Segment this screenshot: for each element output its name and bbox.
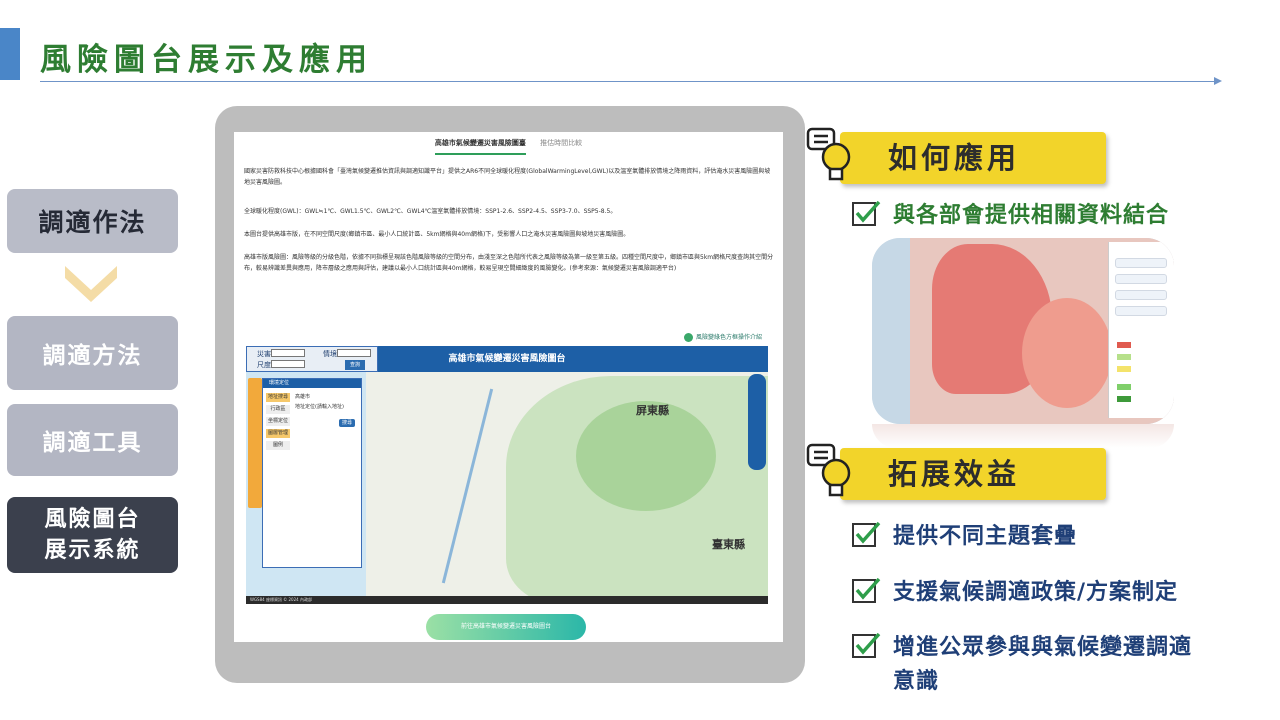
filter-label-scale: 尺度 — [257, 361, 271, 369]
panel-address-hint: 地址定位(請輸入地址) — [295, 404, 344, 410]
legend-row — [1115, 290, 1167, 300]
nav-item-adaptation-tools[interactable]: 調適工具 — [7, 404, 178, 476]
county-label-taitung: 臺東縣 — [712, 538, 745, 551]
intro-paragraph-3: 本圖台提供高雄市版，在不同空間尺度(鄉鎮市區、最小人口統計區、5km網格與40m… — [244, 231, 630, 238]
panel-tab-legend[interactable]: 圖例 — [266, 441, 290, 450]
legend-swatch-green — [1117, 384, 1131, 390]
filter-label-hazard: 災害 — [257, 350, 271, 358]
panel-tab-coordinates[interactable]: 坐標定位 — [266, 417, 290, 426]
panel-search-button[interactable]: 搜尋 — [339, 419, 355, 427]
slide-title: 風險圖台展示及應用 — [40, 42, 373, 78]
checkbox-icon — [852, 521, 881, 547]
check-text-public: 增進公眾參與與氣候變遷調適意識 — [893, 635, 1193, 694]
map-left-toolbar[interactable] — [248, 378, 262, 508]
filter-label-scenario: 情境 — [323, 350, 337, 358]
screen-tabs: 高雄市氣候變遷災害風險圖臺 推估時間比較 — [234, 138, 783, 155]
info-icon — [684, 333, 693, 342]
checkbox-icon — [852, 200, 881, 226]
check-text-policy: 支援氣候調適政策/方案制定 — [893, 580, 1179, 605]
check-text-overlay: 提供不同主題套疊 — [893, 524, 1078, 549]
check-text-integrate-data: 與各部會提供相關資料結合 — [893, 203, 1170, 228]
panel-tab-district[interactable]: 行政區 — [266, 405, 290, 414]
nav-item-risk-platform-active[interactable]: 風險圖台 展示系統 — [7, 497, 178, 573]
map-filter-panel: 災害 尺度 情境 查詢 — [246, 346, 378, 372]
thumbnail-reflection — [872, 424, 1174, 448]
slide: 風險圖台展示及應用 調適作法 調適方法 調適工具 風險圖台 展示系統 高雄市氣候… — [0, 0, 1280, 720]
legend-swatch-lightgreen — [1117, 354, 1131, 360]
map-footer: WGS84 座標資訊 © 2024 內政部 — [246, 596, 768, 604]
section-tag-benefits: 拓展效益 — [840, 448, 1106, 500]
legend-swatch-red — [1117, 342, 1131, 348]
nav-main-adaptation-practice[interactable]: 調適作法 — [7, 189, 178, 253]
legend-row — [1115, 258, 1167, 268]
nav-active-line-2: 展示系統 — [44, 538, 141, 563]
check-item-integrate-data: 與各部會提供相關資料結合 — [851, 199, 1169, 233]
nav-item-adaptation-methods[interactable]: 調適方法 — [7, 316, 178, 390]
check-item-public: 增進公眾參與與氣候變遷調適意識 — [851, 631, 1231, 699]
check-item-policy: 支援氣候調適政策/方案制定 — [851, 576, 1178, 610]
lightbulb-chat-icon — [806, 127, 851, 181]
intro-paragraph-4: 高雄市版風險圖：風險等級的分級色階，依據不同指標呈現該色階風險等級的空間分布，由… — [244, 254, 774, 272]
go-to-platform-button[interactable]: 前往高雄市氣候變遷災害風險圖台 — [426, 614, 586, 640]
thumbnail-risk-zone-medium — [1022, 298, 1112, 408]
chevron-down-icon — [65, 266, 117, 302]
checkbox-icon — [852, 632, 881, 658]
legend-row — [1115, 306, 1167, 316]
county-label-pingtung: 屏東縣 — [636, 404, 669, 417]
lightbulb-chat-icon — [806, 443, 851, 497]
tab-time-compare[interactable]: 推估時間比較 — [540, 138, 582, 153]
panel-tab-layers[interactable]: 圖層管理 — [266, 429, 290, 438]
map-location-panel: 環境定位 地址搜尋 行政區 坐標定位 圖層管理 圖例 高雄市 地址定位(請輸入地… — [262, 378, 362, 568]
title-accent-bar — [0, 28, 20, 80]
info-link-label: 風險變綠色方框操作介紹 — [696, 334, 763, 341]
checkbox-icon — [852, 577, 881, 603]
tab-risk-map[interactable]: 高雄市氣候變遷災害風險圖臺 — [434, 138, 526, 155]
legend-row — [1115, 274, 1167, 284]
hazard-select[interactable] — [271, 349, 305, 357]
risk-map[interactable]: 屏東縣 臺東縣 高雄市氣候變遷災害風險圖台 災害 尺度 情境 查詢 環境定位 地… — [246, 346, 768, 604]
intro-paragraph-1: 國家災害防救科技中心根據國科會「臺灣氣候變遷推估資訊與調適知識平台」提供之AR6… — [244, 168, 771, 186]
panel-city: 高雄市 — [295, 394, 311, 400]
section-tag-how-to-apply: 如何應用 — [840, 132, 1106, 184]
info-link[interactable]: 風險變綠色方框操作介紹 — [684, 332, 762, 342]
legend-swatch-yellow — [1117, 366, 1131, 372]
intro-paragraph-2: 全球暖化程度(GWL)：GWL≒1℃、GWL1.5℃、GWL2℃、GWL4℃溫室… — [244, 208, 617, 215]
panel-tab-address[interactable]: 地址搜尋 — [266, 393, 290, 402]
panel-title: 環境定位 — [263, 379, 361, 388]
thumbnail-legend-panel — [1108, 242, 1174, 418]
query-button[interactable]: 查詢 — [345, 360, 365, 370]
title-arrow-icon — [1214, 77, 1222, 85]
check-item-overlay: 提供不同主題套疊 — [851, 520, 1077, 554]
scale-select[interactable] — [271, 360, 305, 368]
legend-swatch-darkgreen — [1117, 396, 1131, 402]
scenario-select[interactable] — [337, 349, 371, 357]
title-rule — [40, 81, 1218, 82]
platform-screenshot: 高雄市氣候變遷災害風險圖臺 推估時間比較 國家災害防救科技中心根據國科會「臺灣氣… — [234, 132, 783, 642]
risk-map-thumbnail — [872, 238, 1174, 424]
nav-active-line-1: 風險圖台 — [44, 507, 141, 532]
map-right-toolbar[interactable] — [748, 374, 766, 470]
